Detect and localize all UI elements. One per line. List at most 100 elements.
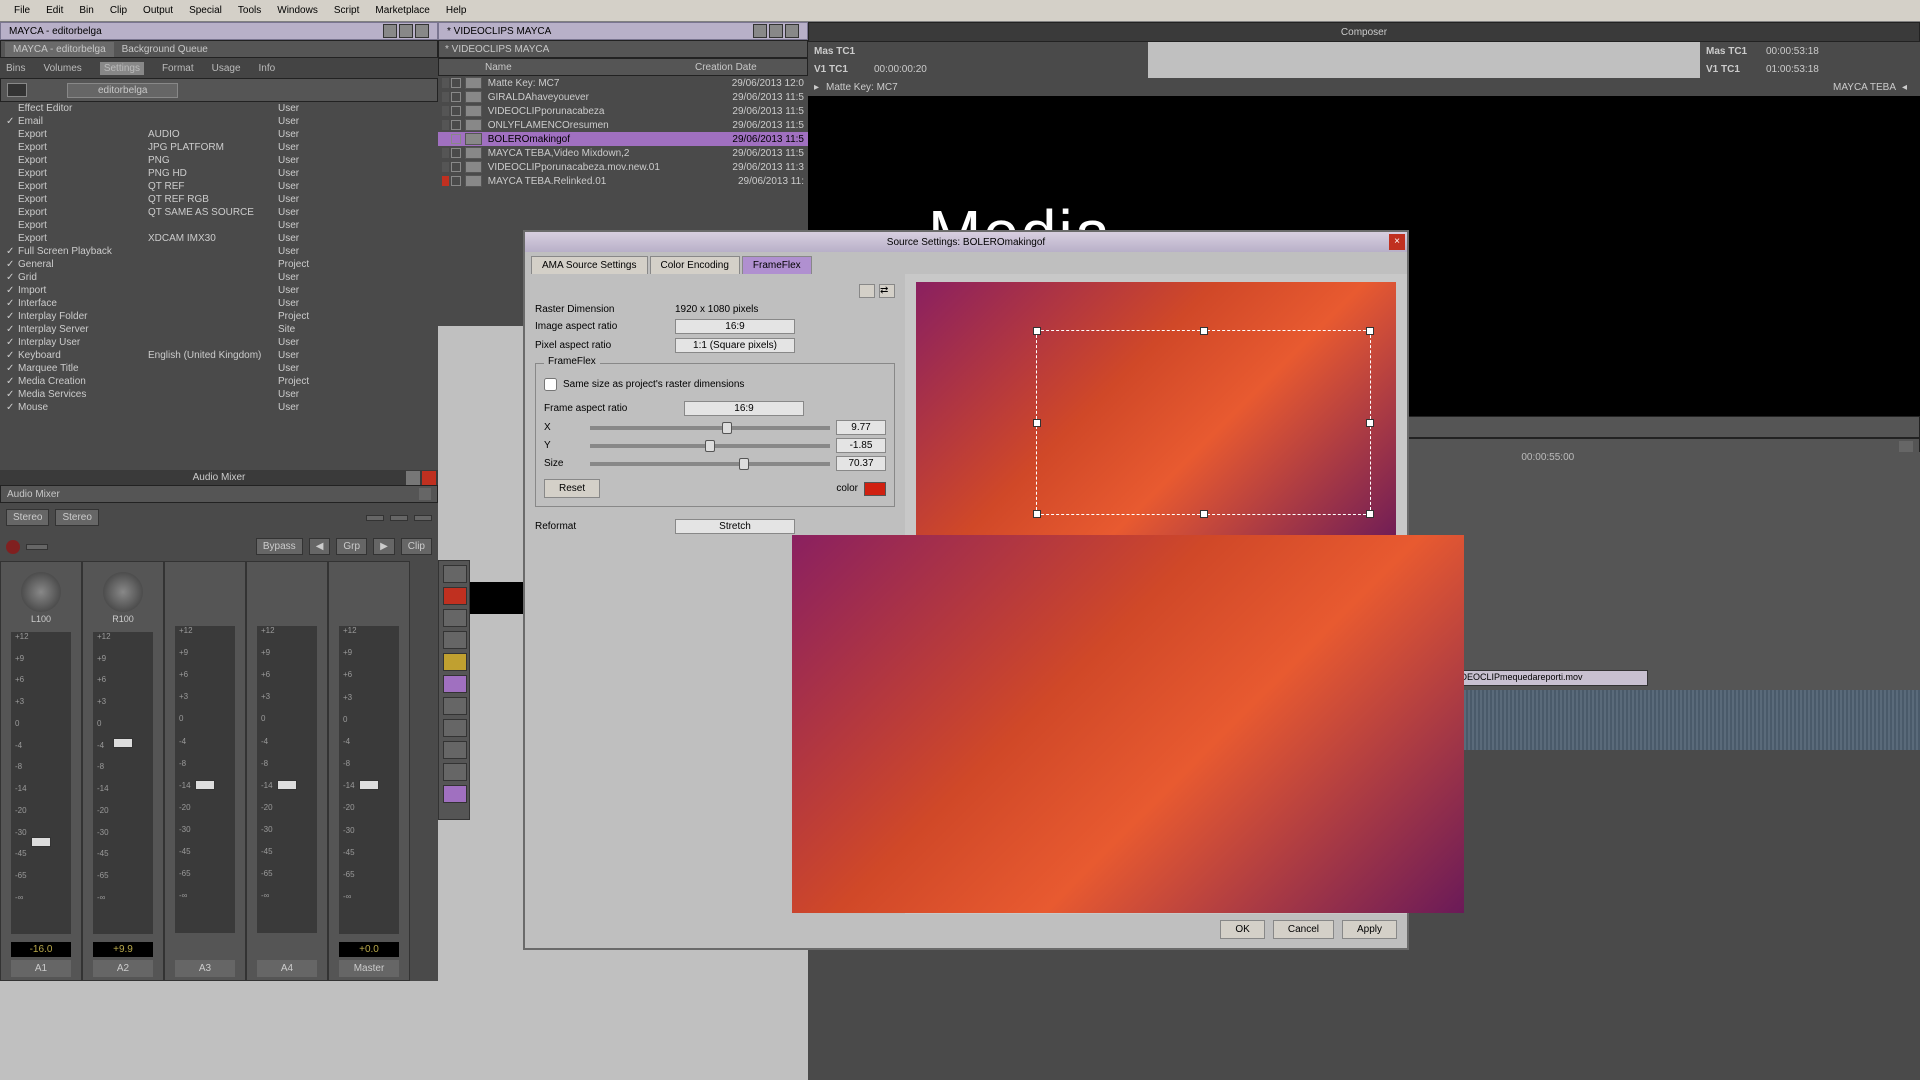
source-preview[interactable] (916, 282, 1396, 552)
btn-settings[interactable]: Settings (100, 62, 144, 75)
tab-bgqueue[interactable]: Background Queue (114, 42, 216, 57)
bin-row[interactable]: VIDEOCLIPporunacabeza29/06/2013 11:5 (438, 104, 808, 118)
btn-info[interactable]: Info (259, 63, 276, 74)
tool-icon-5[interactable] (443, 719, 467, 737)
link-icon[interactable] (859, 284, 875, 298)
settings-row[interactable]: ✓Interplay FolderProject (0, 310, 438, 323)
swap-icon[interactable]: ⇄ (879, 284, 895, 298)
reformat-dropdown[interactable]: Stretch (675, 519, 795, 534)
timeline-clip[interactable]: VIDEOCLIPmequedareporti.mov (1448, 670, 1648, 686)
tool-icon-6[interactable] (443, 741, 467, 759)
tab-project[interactable]: MAYCA - editorbelga (5, 42, 114, 57)
fader[interactable]: +12+9+6+30-4-8-14-20-30-45-65-∞ (175, 626, 235, 933)
menu-script[interactable]: Script (326, 3, 368, 18)
grp-next-icon[interactable]: ▶ (373, 538, 395, 555)
mixer-opt-icon-1[interactable] (366, 515, 384, 521)
settings-row[interactable]: ExportQT REFUser (0, 180, 438, 193)
bin-row[interactable]: MAYCA TEBA.Relinked.0129/06/2013 11: (438, 174, 808, 188)
menu-output[interactable]: Output (135, 3, 181, 18)
fader[interactable]: +12+9+6+30-4-8-14-20-30-45-65-∞ (339, 626, 399, 934)
pixel-aspect-dropdown[interactable]: 1:1 (Square pixels) (675, 338, 795, 353)
settings-row[interactable]: ExportQT REF RGBUser (0, 193, 438, 206)
settings-row[interactable]: ✓Media ServicesUser (0, 388, 438, 401)
track-label[interactable]: A3 (175, 960, 235, 977)
dialog-titlebar[interactable]: Source Settings: BOLEROmakingof × (525, 232, 1407, 252)
tool-icon-2[interactable] (443, 609, 467, 627)
bypass-btn[interactable]: Bypass (256, 538, 303, 555)
btn-usage[interactable]: Usage (212, 63, 241, 74)
apply-button[interactable]: Apply (1342, 920, 1397, 939)
track-label[interactable]: Master (339, 960, 399, 977)
bin-row[interactable]: ONLYFLAMENCOresumen29/06/2013 11:5 (438, 118, 808, 132)
tool-icon-3[interactable] (443, 631, 467, 649)
size-value[interactable]: 70.37 (836, 456, 886, 471)
settings-row[interactable]: Effect EditorUser (0, 102, 438, 115)
bin-row[interactable]: MAYCA TEBA,Video Mixdown,229/06/2013 11:… (438, 146, 808, 160)
mixer-opt-icon-3[interactable] (414, 515, 432, 521)
settings-row[interactable]: ✓Media CreationProject (0, 375, 438, 388)
settings-row[interactable]: ExportAUDIOUser (0, 128, 438, 141)
tool-icon-purple-2[interactable] (443, 785, 467, 803)
menu-clip[interactable]: Clip (102, 3, 135, 18)
menu-windows[interactable]: Windows (269, 3, 326, 18)
tab-ama[interactable]: AMA Source Settings (531, 256, 648, 274)
settings-row[interactable]: ExportQT SAME AS SOURCEUser (0, 206, 438, 219)
btn-volumes[interactable]: Volumes (43, 63, 81, 74)
dialog-close-icon[interactable]: × (1389, 234, 1405, 250)
frameflex-selection[interactable] (1036, 330, 1371, 515)
x-value[interactable]: 9.77 (836, 420, 886, 435)
cancel-button[interactable]: Cancel (1273, 920, 1334, 939)
user-dropdown[interactable]: editorbelga (67, 83, 178, 98)
grp-btn[interactable]: Grp (336, 538, 367, 555)
bin-close-icon[interactable] (785, 24, 799, 38)
fader[interactable]: +12+9+6+30-4-8-14-20-30-45-65-∞ (11, 632, 71, 934)
tool-icon-yellow[interactable] (443, 653, 467, 671)
settings-row[interactable]: ✓KeyboardEnglish (United Kingdom)User (0, 349, 438, 362)
settings-row[interactable]: ✓GridUser (0, 271, 438, 284)
fader[interactable]: +12+9+6+30-4-8-14-20-30-45-65-∞ (93, 632, 153, 934)
mixer-tab-close-icon[interactable] (419, 488, 431, 500)
mixer-close-icon[interactable] (422, 471, 436, 485)
fader[interactable]: +12+9+6+30-4-8-14-20-30-45-65-∞ (257, 626, 317, 933)
minimize-icon[interactable] (383, 24, 397, 38)
bin-min-icon[interactable] (753, 24, 767, 38)
y-value[interactable]: -1.85 (836, 438, 886, 453)
tool-icon-4[interactable] (443, 697, 467, 715)
settings-row[interactable]: ✓Full Screen PlaybackUser (0, 245, 438, 258)
settings-list[interactable]: Effect EditorUser✓EmailUserExportAUDIOUs… (0, 102, 438, 470)
menu-marketplace[interactable]: Marketplace (367, 3, 437, 18)
record-icon[interactable] (6, 540, 20, 554)
loop-icon[interactable] (26, 544, 48, 550)
size-slider-track[interactable] (590, 462, 830, 466)
stereo-btn-2[interactable]: Stereo (55, 509, 98, 526)
tool-icon-7[interactable] (443, 763, 467, 781)
close-icon[interactable] (415, 24, 429, 38)
menu-file[interactable]: File (6, 3, 38, 18)
result-preview[interactable] (916, 575, 1396, 845)
settings-row[interactable]: ExportPNGUser (0, 154, 438, 167)
bin-col-date[interactable]: Creation Date (695, 62, 757, 73)
settings-row[interactable]: ExportUser (0, 219, 438, 232)
color-swatch[interactable] (864, 482, 886, 496)
settings-row[interactable]: ✓ImportUser (0, 284, 438, 297)
x-slider-track[interactable] (590, 426, 830, 430)
tab-color-encoding[interactable]: Color Encoding (650, 256, 740, 274)
clip-btn[interactable]: Clip (401, 538, 432, 555)
bin-row[interactable]: BOLEROmakingof29/06/2013 11:5 (438, 132, 808, 146)
fastmenu-icon[interactable] (7, 83, 27, 97)
menu-help[interactable]: Help (438, 3, 475, 18)
settings-row[interactable]: ✓InterfaceUser (0, 297, 438, 310)
settings-row[interactable]: ✓GeneralProject (0, 258, 438, 271)
ok-button[interactable]: OK (1220, 920, 1264, 939)
bin-tab[interactable]: * VIDEOCLIPS MAYCA (445, 44, 549, 55)
mixer-min-icon[interactable] (406, 471, 420, 485)
record-viewer[interactable] (1364, 96, 1920, 416)
mixer-tab[interactable]: Audio Mixer (7, 489, 60, 500)
bin-col-name[interactable]: Name (485, 62, 695, 73)
bin-row[interactable]: GIRALDAhaveyouever29/06/2013 11:5 (438, 90, 808, 104)
bin-max-icon[interactable] (769, 24, 783, 38)
tool-icon-red[interactable] (443, 587, 467, 605)
track-label[interactable]: A4 (257, 960, 317, 977)
settings-row[interactable]: ✓Interplay UserUser (0, 336, 438, 349)
settings-row[interactable]: ExportXDCAM IMX30User (0, 232, 438, 245)
